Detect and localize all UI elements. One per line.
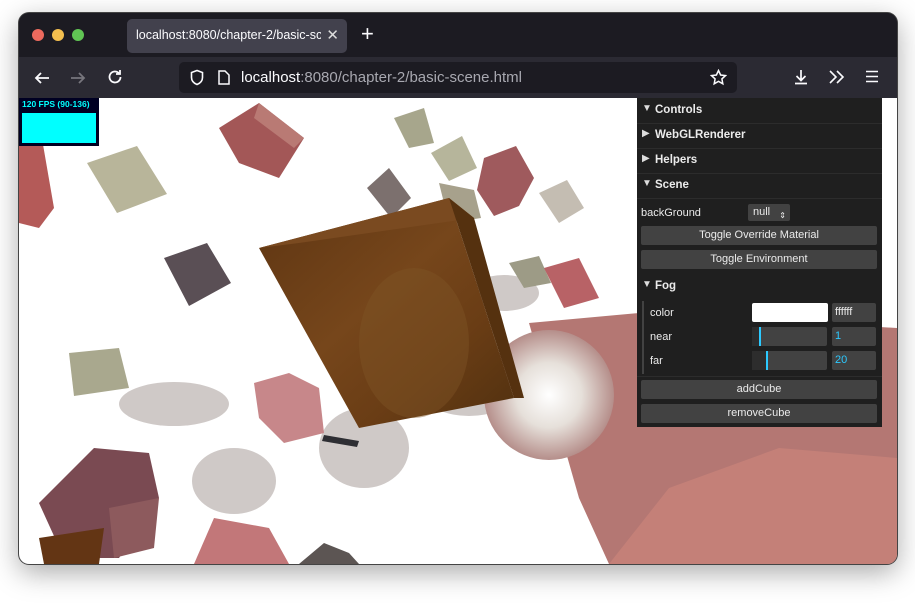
folder-controls-label: Controls bbox=[655, 104, 703, 116]
folder-controls[interactable]: ▼ Controls bbox=[637, 98, 882, 124]
fog-near-input[interactable]: 1 bbox=[832, 327, 876, 346]
background-label: backGround bbox=[641, 207, 701, 219]
folder-fog[interactable]: ▼ Fog bbox=[637, 274, 882, 299]
menu-icon[interactable] bbox=[865, 70, 879, 83]
new-tab-button[interactable]: + bbox=[361, 21, 374, 47]
fog-near-label: near bbox=[650, 331, 673, 343]
tab-close-icon[interactable]: ✕ bbox=[326, 26, 339, 44]
folder-helpers-label: Helpers bbox=[655, 154, 698, 166]
fog-far-slider-knob[interactable] bbox=[766, 351, 768, 370]
folder-scene-label: Scene bbox=[655, 179, 689, 191]
fog-near-slider[interactable] bbox=[752, 327, 827, 346]
fog-near-slider-knob[interactable] bbox=[759, 327, 761, 346]
fps-stats-panel[interactable]: 120 FPS (90-136) bbox=[19, 98, 99, 146]
back-arrow-icon[interactable] bbox=[33, 69, 51, 87]
tab-title: localhost:8080/chapter-2/basic-sce bbox=[136, 28, 321, 42]
folder-webglrenderer-label: WebGLRenderer bbox=[655, 129, 746, 141]
navigation-bar: localhost:8080/chapter-2/basic-scene.htm… bbox=[19, 57, 897, 98]
chevron-down-icon: ▼ bbox=[642, 103, 652, 114]
minimize-window-button[interactable] bbox=[52, 29, 64, 41]
browser-window: localhost:8080/chapter-2/basic-sce ✕ + l… bbox=[19, 13, 897, 564]
add-cube-button[interactable]: addCube bbox=[641, 380, 877, 399]
folder-helpers[interactable]: ▶ Helpers bbox=[637, 148, 882, 174]
fog-color-hex-value: ffffff bbox=[835, 306, 853, 318]
browser-tab[interactable]: localhost:8080/chapter-2/basic-sce ✕ bbox=[127, 19, 347, 53]
reload-icon[interactable] bbox=[106, 68, 124, 86]
fog-color-label: color bbox=[650, 307, 674, 319]
remove-cube-button[interactable]: removeCube bbox=[641, 404, 877, 423]
toggle-override-material-button[interactable]: Toggle Override Material bbox=[641, 226, 877, 245]
fps-label: 120 FPS (90-136) bbox=[22, 99, 90, 109]
bookmark-star-icon[interactable] bbox=[710, 69, 727, 86]
url-text[interactable]: localhost:8080/chapter-2/basic-scene.htm… bbox=[241, 69, 522, 86]
background-select[interactable]: null ⇕ bbox=[748, 204, 790, 221]
webgl-canvas[interactable]: 120 FPS (90-136) ▼ Controls ▶ WebGLRende… bbox=[19, 98, 897, 564]
chevron-down-icon: ▼ bbox=[642, 279, 652, 290]
shield-icon[interactable] bbox=[189, 69, 205, 86]
fog-far-label: far bbox=[650, 355, 663, 367]
fps-graph bbox=[22, 113, 96, 143]
download-icon[interactable] bbox=[792, 68, 810, 86]
folder-scene[interactable]: ▼ Scene bbox=[637, 173, 882, 199]
close-window-button[interactable] bbox=[32, 29, 44, 41]
fog-folder-indent-bar bbox=[642, 301, 644, 374]
title-bar: localhost:8080/chapter-2/basic-sce ✕ + bbox=[19, 13, 897, 57]
page-icon bbox=[218, 70, 230, 85]
toggle-environment-button[interactable]: Toggle Environment bbox=[641, 250, 877, 269]
fog-far-slider-fill bbox=[752, 351, 767, 370]
chevron-down-icon: ▼ bbox=[642, 178, 652, 189]
forward-arrow-icon[interactable] bbox=[69, 69, 87, 87]
divider bbox=[637, 376, 882, 377]
fog-color-hex-input[interactable]: ffffff bbox=[832, 303, 876, 322]
folder-webglrenderer[interactable]: ▶ WebGLRenderer bbox=[637, 123, 882, 149]
extensions-overflow-icon[interactable] bbox=[828, 69, 845, 85]
folder-fog-label: Fog bbox=[655, 280, 677, 292]
background-select-value: null bbox=[753, 206, 771, 218]
select-arrows-icon: ⇕ bbox=[779, 211, 786, 220]
chevron-right-icon: ▶ bbox=[642, 128, 650, 139]
url-host: localhost bbox=[241, 69, 301, 86]
chevron-right-icon: ▶ bbox=[642, 153, 650, 164]
url-path: :8080/chapter-2/basic-scene.html bbox=[300, 69, 522, 86]
controls-gui-panel: ▼ Controls ▶ WebGLRenderer ▶ Helpers ▼ S… bbox=[637, 98, 882, 427]
fog-far-slider[interactable] bbox=[752, 351, 827, 370]
fog-color-swatch[interactable] bbox=[752, 303, 828, 322]
fog-far-input[interactable]: 20 bbox=[832, 351, 876, 370]
url-bar[interactable]: localhost:8080/chapter-2/basic-scene.htm… bbox=[179, 62, 737, 93]
maximize-window-button[interactable] bbox=[72, 29, 84, 41]
